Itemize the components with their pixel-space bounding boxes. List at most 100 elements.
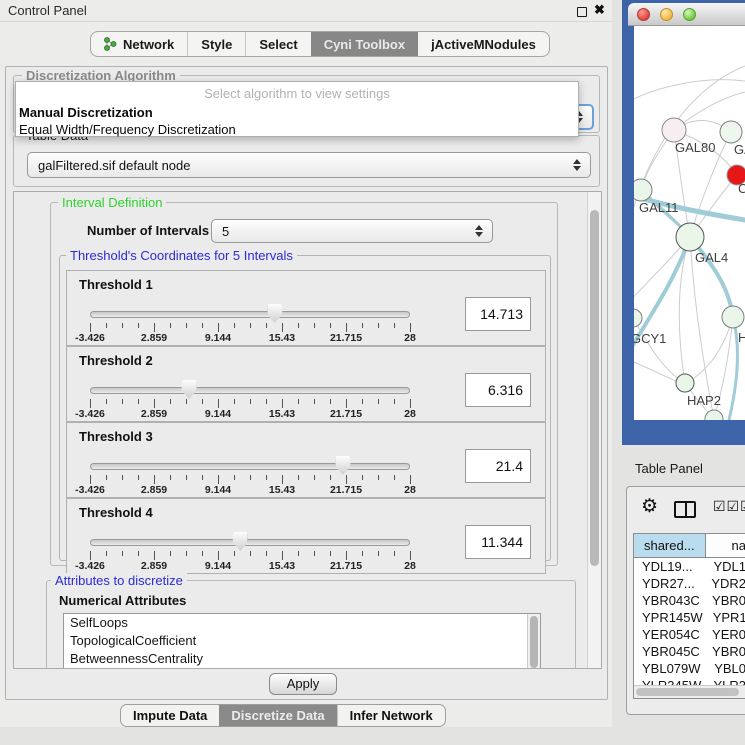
list-item[interactable]: TopologicalCoefficient — [64, 632, 540, 650]
threshold-2-value-field[interactable]: 6.316 — [465, 373, 531, 407]
combo-stepper-icon — [475, 225, 483, 237]
close-traffic-light-icon[interactable] — [637, 8, 650, 21]
dropdown-option-equal-width[interactable]: Equal Width/Frequency Discretization — [16, 121, 578, 138]
zoom-traffic-light-icon[interactable] — [683, 8, 696, 21]
slider-thumb[interactable] — [267, 304, 282, 323]
settings-scrollbar[interactable] — [587, 192, 601, 668]
table-row[interactable]: YER054CYER0 — [634, 626, 745, 643]
slider-thumb[interactable] — [335, 456, 350, 475]
cell[interactable]: YBL0 — [704, 660, 745, 677]
threshold-2-slider[interactable]: -3.4262.8599.14415.4321.71528 — [90, 347, 410, 423]
list-item[interactable]: SelfLoops — [64, 614, 540, 632]
slider-thumb[interactable] — [182, 380, 197, 399]
number-of-intervals-combobox[interactable]: 5 — [211, 219, 493, 243]
table-row[interactable]: YBR043CYBR0 — [634, 592, 745, 609]
table-row[interactable]: YBR045CYBR0 — [634, 643, 745, 660]
settings-scrollbar-thumb[interactable] — [590, 210, 599, 566]
slider-track[interactable] — [90, 463, 410, 470]
tab-jactivemnodules[interactable]: jActiveMNodules — [418, 32, 549, 56]
cell[interactable]: YDR2 — [701, 575, 745, 592]
table-row[interactable]: YDR27...YDR2 — [634, 575, 745, 592]
cell[interactable]: YBR045C — [634, 643, 702, 660]
cell[interactable]: YBL079W — [634, 660, 704, 677]
tab-style[interactable]: Style — [187, 32, 245, 56]
cell[interactable]: YDR27... — [634, 575, 701, 592]
tab-impute-data[interactable]: Impute Data — [121, 705, 219, 726]
attributes-group-title: Attributes to discretize — [51, 573, 187, 588]
float-panel-icon[interactable] — [577, 7, 587, 17]
threshold-4-panel: Threshold 4 -3.4262.8599.14415.4321.7152… — [66, 498, 546, 574]
tab-network-label: Network — [123, 37, 174, 52]
slider-thumb[interactable] — [233, 532, 248, 551]
threshold-1-panel: Threshold 1 -3.4262.8599.14415.4321.7152… — [66, 270, 546, 346]
settings-scroll-area: Interval Definition Number of Intervals … — [13, 191, 602, 669]
table-scrollbar-thumb[interactable] — [636, 688, 739, 696]
tab-select[interactable]: Select — [245, 32, 310, 56]
tab-cyni-toolbox-label: Cyni Toolbox — [324, 37, 405, 52]
tab-network[interactable]: Network — [91, 32, 187, 56]
dropdown-hint-item[interactable]: Select algorithm to view settings — [16, 82, 578, 104]
table-data-group: Table Data galFiltered.sif default node — [13, 135, 600, 187]
slider-tick-labels: -3.4262.8599.14415.4321.71528 — [90, 484, 410, 496]
cell[interactable]: YER054C — [634, 626, 702, 643]
combo-stepper-icon — [573, 159, 581, 171]
node-h-clipped — [722, 306, 744, 328]
table-data-combobox[interactable]: galFiltered.sif default node — [27, 152, 591, 178]
node-label-clipped-ga: GA — [734, 142, 745, 157]
network-canvas[interactable]: GAL80 GA C GAL11 GAL4 GCY1 H HAP2 — [634, 26, 745, 420]
cell[interactable]: YBR0 — [702, 643, 745, 660]
panel-title: Control Panel — [8, 3, 87, 18]
threshold-1-value-field[interactable]: 14.713 — [465, 297, 531, 331]
node-gal80 — [662, 118, 686, 142]
list-scrollbar[interactable] — [527, 614, 540, 669]
node-attribute-table: shared... na YDL19...YDL1 YDR27...YDR2 Y… — [633, 533, 745, 699]
list-item[interactable]: BetweennessCentrality — [64, 650, 540, 668]
interval-definition-group: Interval Definition Number of Intervals … — [50, 202, 558, 566]
slider-track[interactable] — [90, 311, 410, 318]
threshold-4-slider[interactable]: -3.4262.8599.14415.4321.71528 — [90, 499, 410, 575]
table-row[interactable]: YDL19...YDL1 — [634, 558, 745, 575]
cell[interactable]: YBR0 — [702, 592, 745, 609]
network-tab-icon — [104, 37, 117, 51]
minimize-traffic-light-icon[interactable] — [660, 8, 673, 21]
tab-discretize-data[interactable]: Discretize Data — [219, 705, 336, 726]
column-layout-icon[interactable] — [674, 501, 696, 518]
threshold-1-slider[interactable]: -3.4262.8599.14415.4321.71528 — [90, 271, 410, 347]
slider-ticks — [90, 323, 410, 332]
select-columns-icons[interactable]: ☑☑☑ — [713, 498, 745, 515]
network-graph: GAL80 GA C GAL11 GAL4 GCY1 H HAP2 — [634, 26, 745, 420]
node-label-hap2: HAP2 — [687, 393, 721, 408]
cyni-toolbox-panel: Discretization Algorithm Select algorith… — [5, 66, 608, 700]
attributes-group: Attributes to discretize Numerical Attri… — [46, 580, 576, 669]
table-row[interactable]: YBL079WYBL0 — [634, 660, 745, 677]
column-header-name[interactable]: na — [706, 534, 745, 557]
cell[interactable]: YPR1 — [703, 609, 745, 626]
threshold-4-value-field[interactable]: 11.344 — [465, 525, 531, 559]
slider-track[interactable] — [90, 387, 410, 394]
slider-tick-labels: -3.4262.8599.14415.4321.71528 — [90, 332, 410, 344]
tab-cyni-toolbox[interactable]: Cyni Toolbox — [311, 32, 418, 56]
cell[interactable]: YER0 — [702, 626, 745, 643]
close-panel-icon[interactable]: ✖ — [594, 2, 605, 18]
cell[interactable]: YDL1 — [703, 558, 745, 575]
cell[interactable]: YBR043C — [634, 592, 702, 609]
tab-infer-network-label: Infer Network — [350, 708, 433, 723]
tab-infer-network[interactable]: Infer Network — [337, 705, 445, 726]
table-horizontal-scrollbar[interactable] — [634, 685, 745, 698]
gear-icon[interactable]: ⚙ — [641, 495, 658, 518]
threshold-3-value-field[interactable]: 21.4 — [465, 449, 531, 483]
cell[interactable]: YDL19... — [634, 558, 703, 575]
table-row[interactable]: YPR145WYPR1 — [634, 609, 745, 626]
node-gal11 — [634, 179, 652, 201]
cell[interactable]: YPR145W — [634, 609, 703, 626]
numerical-attributes-list[interactable]: SelfLoops TopologicalCoefficient Between… — [63, 613, 541, 669]
slider-track[interactable] — [90, 539, 410, 546]
column-header-shared[interactable]: shared... — [634, 534, 706, 557]
dropdown-option-manual[interactable]: Manual Discretization — [16, 104, 578, 121]
numerical-attributes-label: Numerical Attributes — [59, 593, 186, 608]
node-label-gal4: GAL4 — [695, 250, 728, 265]
threshold-3-slider[interactable]: -3.4262.8599.14415.4321.71528 — [90, 423, 410, 499]
apply-button[interactable]: Apply — [269, 673, 337, 695]
number-of-intervals-label: Number of Intervals — [87, 223, 209, 238]
list-scrollbar-thumb[interactable] — [530, 616, 538, 668]
